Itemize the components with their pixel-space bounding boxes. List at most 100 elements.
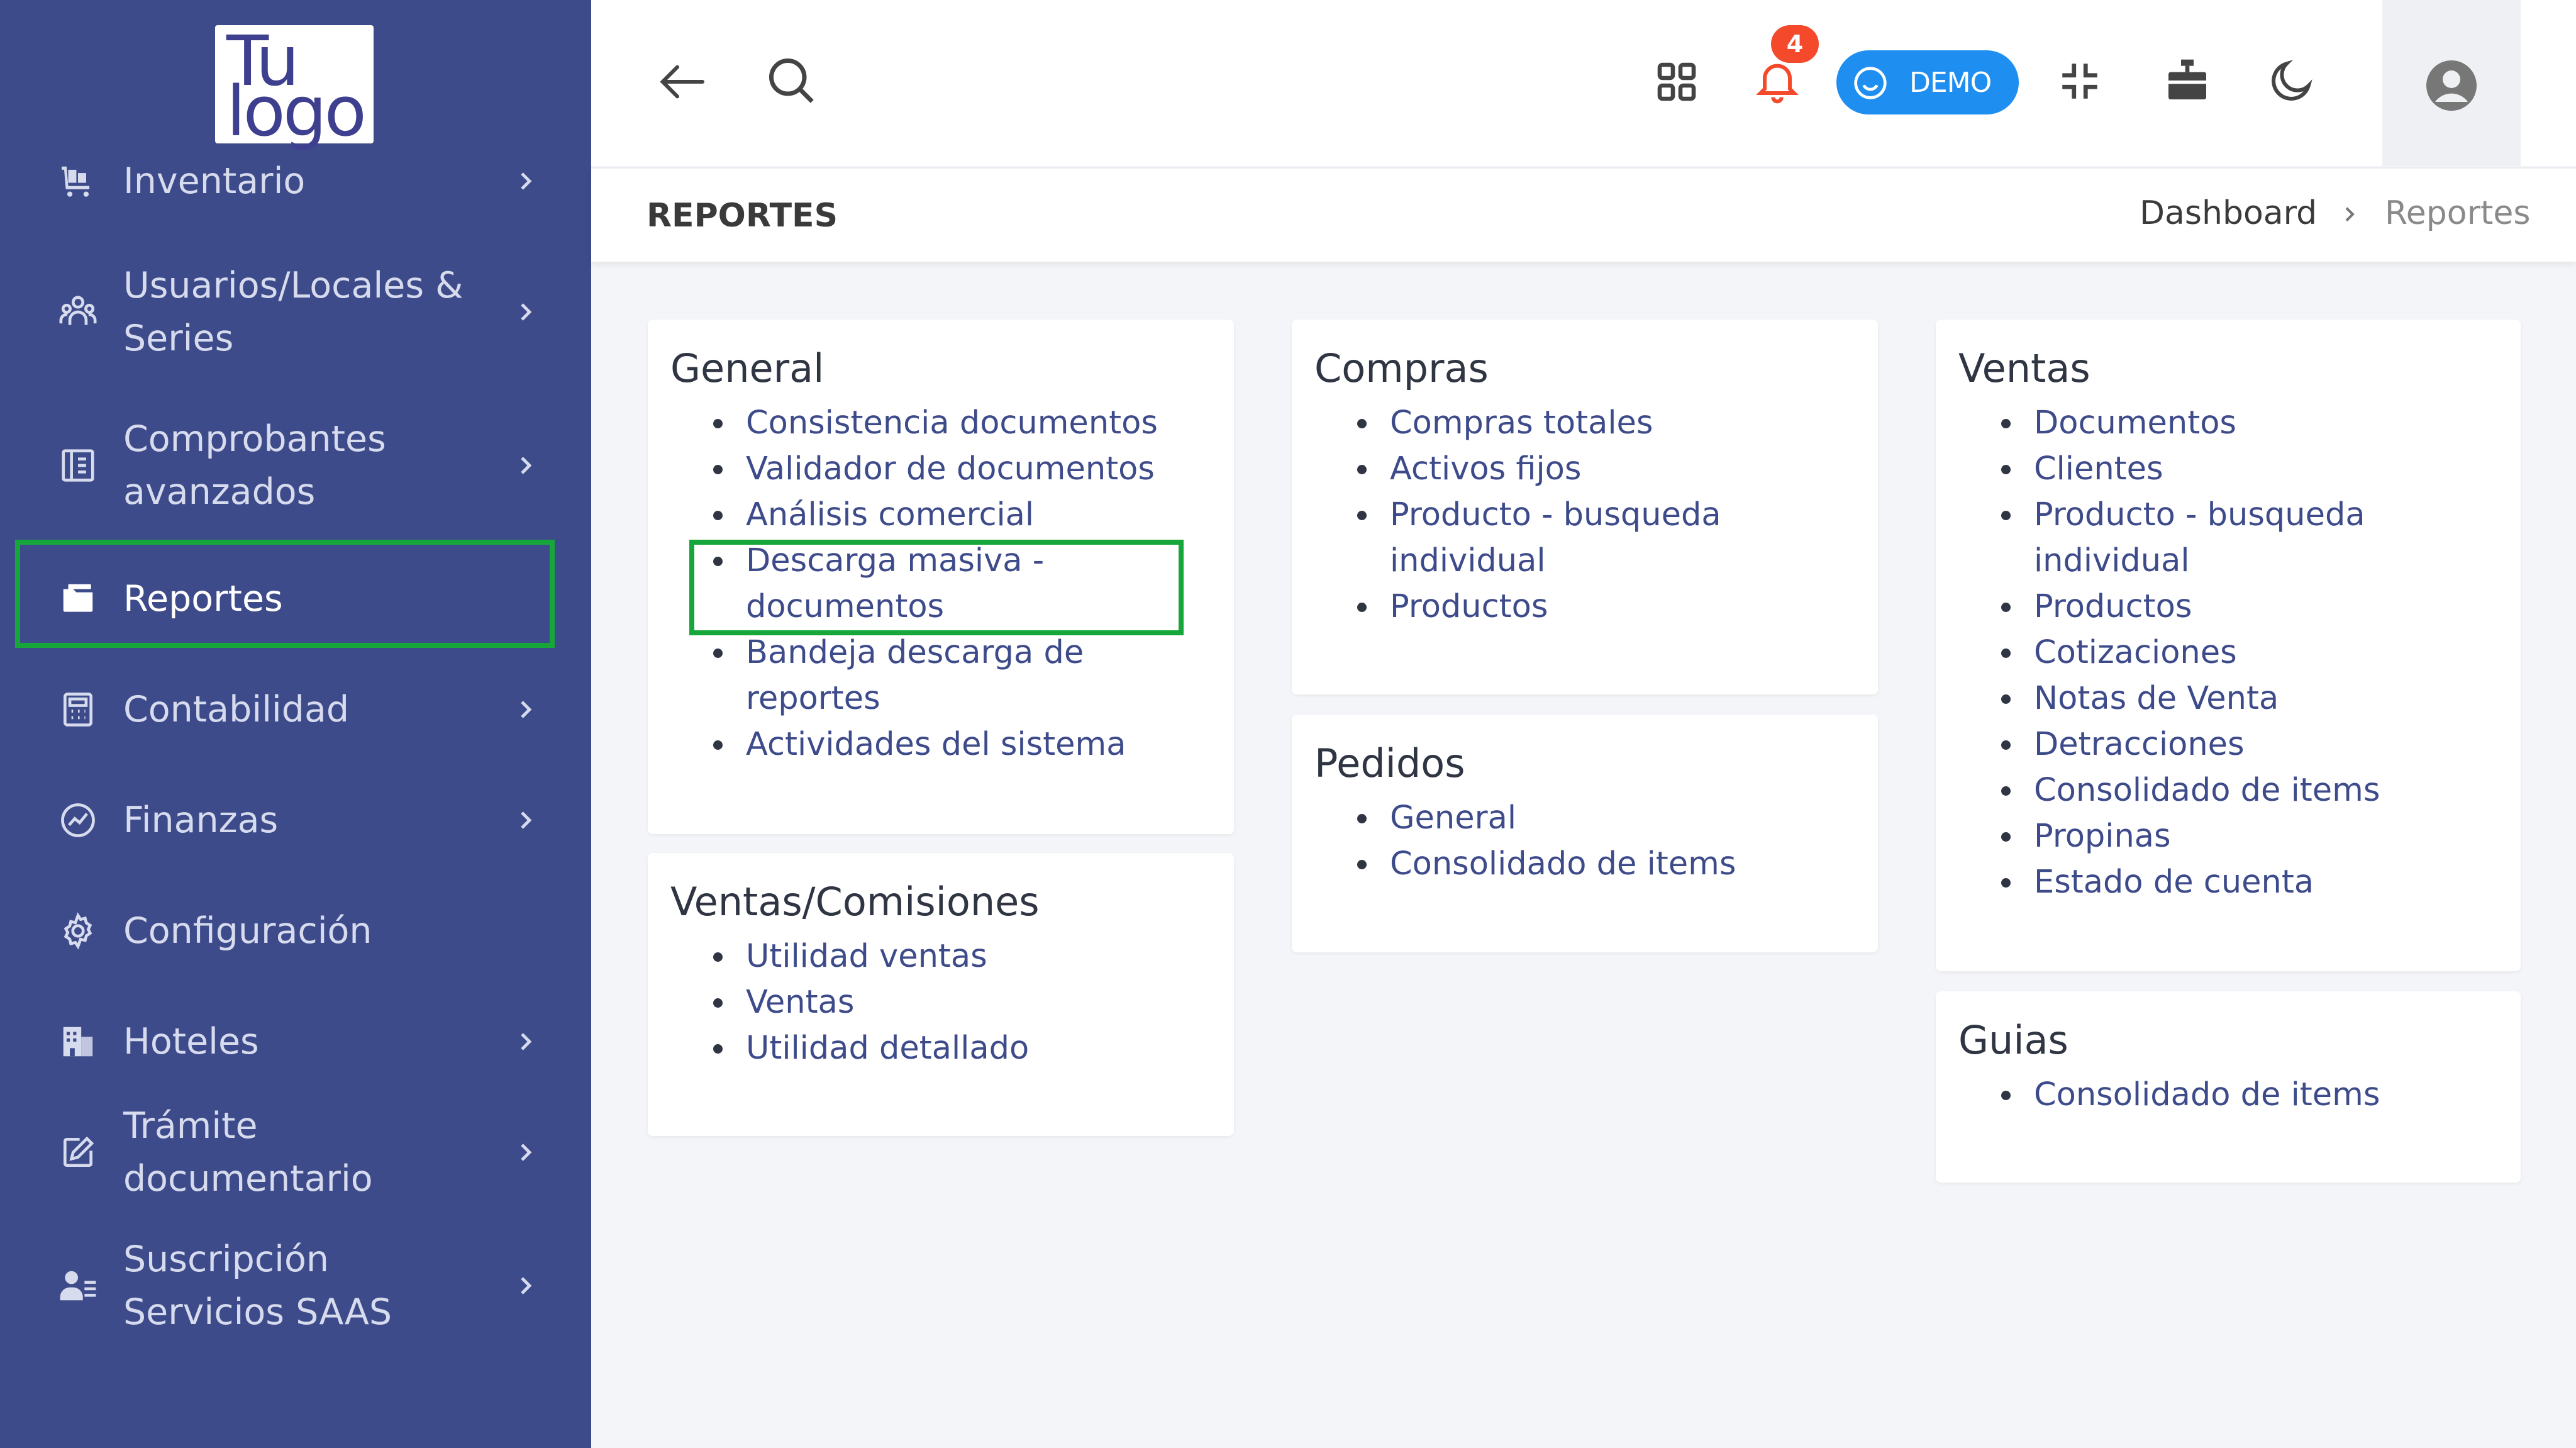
card-ventas: Ventas Documentos Clientes Producto - bu… (1936, 320, 2521, 971)
compress-icon[interactable] (2057, 58, 2103, 104)
report-link[interactable]: Propinas (1958, 813, 2493, 859)
report-link[interactable]: Productos (1314, 584, 1849, 630)
report-list: Documentos Clientes Producto - busqueda … (1958, 400, 2493, 905)
report-link[interactable]: Cotizaciones (1958, 630, 2493, 676)
demo-label: DEMO (1909, 67, 1992, 99)
sidebar-item-label: Suscripción Servicios SAAS (123, 1239, 392, 1333)
bell-icon[interactable] (1752, 55, 1802, 106)
sidebar-item-finanzas[interactable]: Finanzas (0, 794, 591, 847)
card-title: Ventas/Comisiones (670, 879, 1040, 925)
card-title: General (670, 345, 824, 391)
sidebar-item-label: Trámite documentario (123, 1105, 373, 1200)
card-title: Pedidos (1314, 740, 1465, 786)
report-link[interactable]: Producto - busqueda individual (1314, 492, 1755, 584)
sidebar-item-inventario[interactable]: Inventario (0, 155, 591, 208)
logo-line-2: logo (226, 71, 367, 152)
search-icon[interactable] (765, 54, 818, 107)
report-link[interactable]: Consistencia documentos (670, 400, 1205, 446)
chevron-right-icon (521, 811, 532, 829)
report-link[interactable]: Estado de cuenta (1958, 859, 2493, 905)
finance-gauge-icon (58, 800, 98, 840)
chevron-right-icon (521, 1033, 532, 1050)
card-title: Guias (1958, 1017, 2068, 1063)
cash-register-icon[interactable] (2162, 55, 2212, 106)
card-title: Compras (1314, 345, 1489, 391)
chevron-right-icon (521, 701, 532, 718)
report-link[interactable]: Consolidado de items (1314, 841, 1849, 887)
report-list: Compras totales Activos fijos Producto -… (1314, 400, 1849, 630)
chevron-right-icon (521, 172, 532, 190)
top-header: 4 DEMO (591, 0, 2576, 166)
chevron-right-icon (521, 1277, 532, 1295)
sidebar-item-tramite[interactable]: Trámite documentario (0, 1105, 591, 1200)
chevron-right-icon (521, 1144, 532, 1161)
users-group-icon (58, 292, 98, 332)
smile-icon (1854, 67, 1887, 99)
report-link[interactable]: Validador de documentos (670, 446, 1205, 492)
report-link[interactable]: Actividades del sistema (670, 721, 1205, 767)
sidebar-item-configuracion[interactable]: Configuración (0, 905, 591, 957)
active-item-highlight (15, 540, 555, 648)
sidebar: Tu logo Inventario Usuarios/Locales & Se… (0, 0, 591, 1448)
document-edit-icon (58, 1132, 98, 1172)
sidebar-item-label: Configuración (123, 910, 372, 952)
brand-logo[interactable]: Tu logo (215, 25, 374, 152)
report-link[interactable]: Documentos (1958, 400, 2493, 446)
breadcrumb-reportes: Reportes (2385, 194, 2531, 232)
report-link[interactable]: Bandeja descarga de reportes (670, 630, 1111, 721)
report-link[interactable]: Consolidado de items (1958, 1072, 2493, 1118)
moon-icon[interactable] (2267, 55, 2317, 106)
notification-badge: 4 (1771, 25, 1819, 63)
page-title: REPORTES (647, 197, 838, 235)
report-link[interactable]: Utilidad ventas (670, 933, 1205, 979)
sidebar-item-suscripcion[interactable]: Suscripción Servicios SAAS (0, 1233, 591, 1339)
report-link[interactable]: Ventas (670, 979, 1205, 1025)
sidebar-item-label: Usuarios/Locales & Series (123, 265, 464, 359)
sidebar-item-label: Finanzas (123, 799, 279, 841)
report-link[interactable]: Notas de Venta (1958, 676, 2493, 721)
sidebar-item-label: Inventario (123, 160, 306, 202)
report-link[interactable]: Producto - busqueda individual (1958, 492, 2399, 584)
card-guias: Guias Consolidado de items (1936, 991, 2521, 1183)
sidebar-item-contabilidad[interactable]: Contabilidad (0, 683, 591, 736)
report-link[interactable]: General (1314, 795, 1849, 841)
sidebar-item-hoteles[interactable]: Hoteles (0, 1015, 591, 1068)
highlight-box (689, 540, 1184, 635)
report-link[interactable]: Activos fijos (1314, 446, 1849, 492)
report-link[interactable]: Análisis comercial (670, 492, 1205, 538)
card-pedidos: Pedidos General Consolidado de items (1292, 715, 1878, 952)
sidebar-item-label: Hoteles (123, 1021, 259, 1062)
chevron-right-icon (2345, 207, 2355, 222)
report-list: Utilidad ventas Ventas Utilidad detallad… (670, 933, 1205, 1071)
sidebar-item-label: Comprobantes avanzados (123, 418, 386, 513)
inventory-cart-icon (58, 161, 98, 201)
report-link[interactable]: Utilidad detallado (670, 1025, 1205, 1071)
report-list: Consolidado de items (1958, 1072, 2493, 1118)
report-link[interactable]: Compras totales (1314, 400, 1849, 446)
breadcrumb-dashboard[interactable]: Dashboard (2140, 191, 2317, 235)
demo-toggle-button[interactable]: DEMO (1836, 50, 2019, 114)
report-list: General Consolidado de items (1314, 795, 1849, 887)
chevron-right-icon (521, 303, 532, 321)
sidebar-item-comprobantes[interactable]: Comprobantes avanzados (0, 413, 591, 518)
sidebar-item-usuarios[interactable]: Usuarios/Locales & Series (0, 259, 591, 365)
user-circle-icon (2421, 55, 2482, 116)
report-link[interactable]: Productos (1958, 584, 2493, 630)
card-compras: Compras Compras totales Activos fijos Pr… (1292, 320, 1878, 694)
user-menu[interactable] (2382, 0, 2521, 166)
back-arrow-icon[interactable] (654, 57, 713, 107)
user-list-icon (58, 1266, 98, 1306)
apps-grid-icon[interactable] (1654, 59, 1699, 104)
chevron-right-icon (521, 457, 532, 474)
calculator-icon (58, 689, 98, 730)
hotel-building-icon (58, 1022, 98, 1062)
report-link[interactable]: Clientes (1958, 446, 2493, 492)
page-subheader: REPORTES Dashboard Reportes (591, 167, 2576, 262)
card-ventas-comisiones: Ventas/Comisiones Utilidad ventas Ventas… (648, 853, 1234, 1136)
gear-icon (58, 911, 98, 951)
receipt-icon (58, 445, 98, 486)
report-link[interactable]: Detracciones (1958, 721, 2493, 767)
sidebar-item-label: Contabilidad (123, 689, 350, 730)
card-title: Ventas (1958, 345, 2090, 391)
report-link[interactable]: Consolidado de items (1958, 767, 2493, 813)
